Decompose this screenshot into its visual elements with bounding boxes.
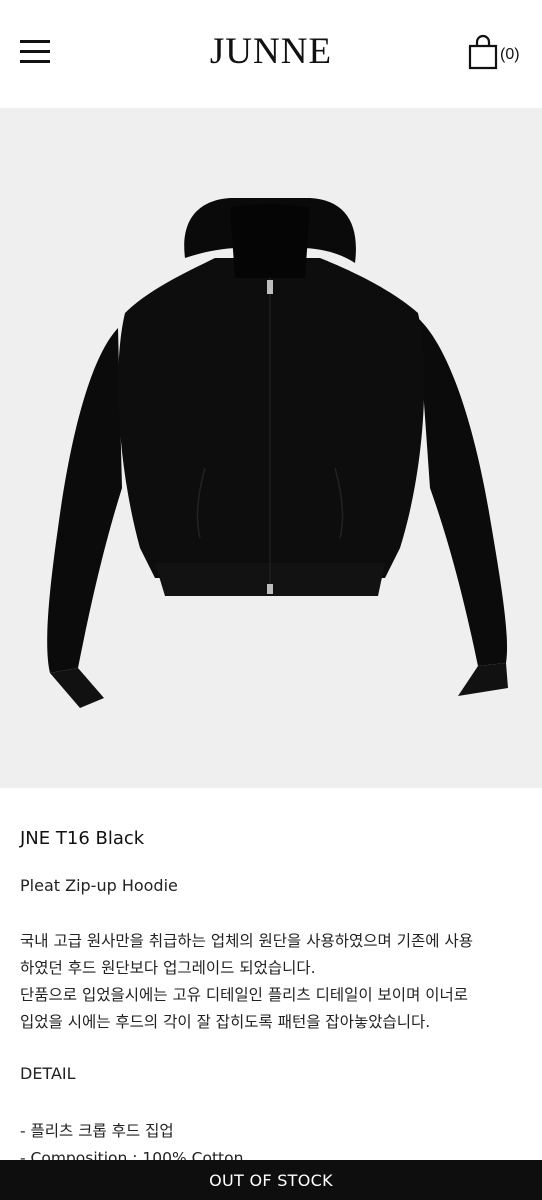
product-page: JUNNE (0) JNE T16 Black Pleat Zip-up Hoo… bbox=[0, 0, 542, 1200]
detail-heading: DETAIL bbox=[20, 1064, 76, 1083]
site-header: JUNNE (0) bbox=[0, 0, 542, 108]
detail-item: - 플리츠 크롭 후드 집업 bbox=[20, 1122, 174, 1140]
out-of-stock-button[interactable]: OUT OF STOCK bbox=[0, 1160, 542, 1200]
product-description: 국내 고급 원사만을 취급하는 업체의 원단을 사용하였으며 기존에 사용 하였… bbox=[20, 928, 522, 1036]
product-name: Pleat Zip-up Hoodie bbox=[20, 876, 178, 895]
description-line: 입었을 시에는 후드의 각이 잘 잡히도록 패턴을 잡아놓았습니다. bbox=[20, 1013, 431, 1031]
product-code: JNE T16 Black bbox=[20, 828, 145, 849]
description-line: 단품으로 입었을시에는 고유 디테일인 플리츠 디테일이 보이며 이너로 bbox=[20, 986, 469, 1004]
cart-button[interactable]: (0) bbox=[468, 34, 520, 70]
product-image bbox=[0, 108, 542, 788]
cart-count: (0) bbox=[500, 46, 520, 63]
hoodie-image bbox=[47, 198, 508, 708]
description-line: 하였던 후드 원단보다 업그레이드 되었습니다. bbox=[20, 959, 316, 977]
shopping-bag-icon bbox=[468, 34, 498, 70]
brand-logo[interactable]: JUNNE bbox=[0, 28, 542, 76]
description-line: 국내 고급 원사만을 취급하는 업체의 원단을 사용하였으며 기존에 사용 bbox=[20, 932, 473, 950]
